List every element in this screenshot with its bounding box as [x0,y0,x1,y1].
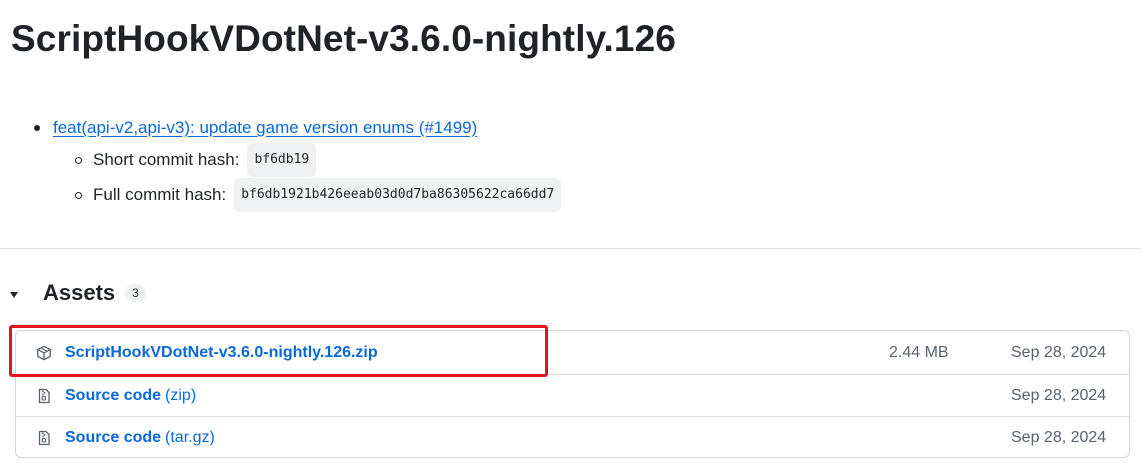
asset-name-wrap: Source code (tar.gz) [65,429,215,447]
asset-name-wrap: ScriptHookVDotNet-v3.6.0-nightly.126.zip [65,344,378,362]
commit-list-item: feat(api-v2,api-v3): update game version… [30,115,1130,212]
asset-date: Sep 28, 2024 [1011,387,1107,404]
release-notes: feat(api-v2,api-v3): update game version… [30,115,1130,217]
full-hash-label: Full commit hash: [93,185,227,204]
triangle-down-icon [10,291,18,298]
release-title: ScriptHookVDotNet-v3.6.0-nightly.126 [11,18,676,59]
asset-download-link[interactable]: ScriptHookVDotNet-v3.6.0-nightly.126.zip [65,344,378,361]
short-hash-code: bf6db19 [247,143,317,177]
bullet-circle [75,157,82,164]
source-code-zip-link[interactable]: Source code [65,387,161,404]
section-divider [0,248,1141,249]
file-zip-icon [38,388,50,404]
asset-row: Source code (tar.gz) Sep 28, 2024 [16,416,1129,459]
file-zip-icon [38,430,50,446]
asset-format[interactable]: (tar.gz) [165,429,215,446]
full-hash-item: Full commit hash: bf6db1921b426eeab03d0d… [53,178,1130,212]
bullet-circle [75,192,82,199]
asset-row: Source code (zip) Sep 28, 2024 [16,374,1129,417]
commit-details: Short commit hash: bf6db19 Full commit h… [53,143,1130,212]
short-hash-label: Short commit hash: [93,150,240,169]
bullet-disc [34,125,40,131]
asset-date: Sep 28, 2024 [1011,344,1107,361]
asset-row: ScriptHookVDotNet-v3.6.0-nightly.126.zip… [16,332,1129,374]
asset-size: 2.44 MB [889,344,949,361]
source-code-targz-link[interactable]: Source code [65,429,161,446]
full-hash-code: bf6db1921b426eeab03d0d7ba86305622ca66dd7 [234,178,562,212]
commit-list: feat(api-v2,api-v3): update game version… [30,115,1130,212]
asset-date: Sep 28, 2024 [1011,429,1107,446]
assets-count-badge: 3 [125,284,146,302]
package-icon [37,345,51,361]
commit-link[interactable]: feat(api-v2,api-v3): update game version… [53,118,477,137]
assets-toggle[interactable]: Assets 3 [10,280,146,306]
assets-title: Assets [43,280,116,305]
short-hash-item: Short commit hash: bf6db19 [53,143,1130,177]
asset-name-wrap: Source code (zip) [65,387,196,405]
assets-list: ScriptHookVDotNet-v3.6.0-nightly.126.zip… [15,330,1130,458]
asset-format[interactable]: (zip) [165,387,196,404]
